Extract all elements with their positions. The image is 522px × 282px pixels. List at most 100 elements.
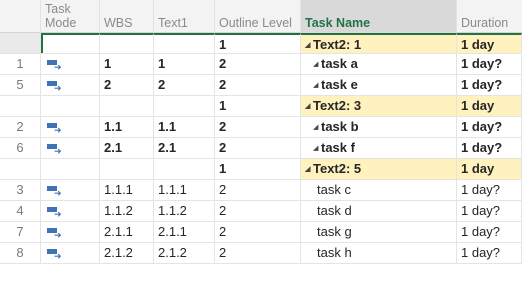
task-name-cell[interactable]: ◢ Text2: 1 [301, 33, 457, 53]
wbs-cell[interactable]: 1.1 [100, 117, 154, 137]
summary-row[interactable]: 1 ◢ Text2: 11 day [0, 33, 522, 54]
outline-level-cell[interactable]: 2 [215, 75, 301, 95]
outline-level-cell[interactable]: 2 [215, 117, 301, 137]
task-mode-cell[interactable] [41, 33, 100, 53]
duration-cell[interactable]: 1 day? [457, 222, 522, 242]
task-mode-cell[interactable]: ➜ [41, 201, 100, 221]
wbs-cell[interactable]: 2 [100, 75, 154, 95]
wbs-cell[interactable]: 1.1.1 [100, 180, 154, 200]
collapse-triangle-icon[interactable]: ◢ [313, 139, 321, 159]
task-mode-cell[interactable] [41, 96, 100, 116]
outline-level-cell[interactable]: 1 [215, 96, 301, 116]
collapse-triangle-icon[interactable]: ◢ [313, 55, 321, 75]
task-name-cell[interactable]: ◢ task a [301, 54, 457, 74]
task-name-cell[interactable]: ◢ Text2: 3 [301, 96, 457, 116]
task-name-text: Text2: 5 [313, 161, 362, 176]
task-name-cell[interactable]: task g [301, 222, 457, 242]
wbs-cell[interactable] [100, 96, 154, 116]
wbs-cell[interactable]: 1.1.2 [100, 201, 154, 221]
outline-level-cell[interactable]: 2 [215, 201, 301, 221]
wbs-cell[interactable]: 2.1.2 [100, 243, 154, 263]
duration-cell[interactable]: 1 day? [457, 138, 522, 158]
task-name-cell[interactable]: ◢ task b [301, 117, 457, 137]
text1-cell[interactable] [154, 96, 215, 116]
outline-level-cell[interactable]: 2 [215, 138, 301, 158]
row-id-cell: 6 [0, 138, 41, 158]
summary-row[interactable]: 1 ◢ Text2: 51 day [0, 159, 522, 180]
text1-cell[interactable] [154, 33, 215, 53]
outline-level-cell[interactable]: 2 [215, 243, 301, 263]
collapse-triangle-icon[interactable]: ◢ [313, 118, 321, 138]
task-name-text: task e [321, 77, 358, 92]
task-name-cell[interactable]: task d [301, 201, 457, 221]
wbs-cell[interactable]: 2.1.1 [100, 222, 154, 242]
task-row[interactable]: 6 ➜ 2.1 2.1 2 ◢ task f1 day? [0, 138, 522, 159]
text1-cell[interactable]: 2 [154, 75, 215, 95]
collapse-triangle-icon[interactable]: ◢ [305, 36, 313, 56]
duration-cell[interactable]: 1 day? [457, 243, 522, 263]
task-mode-cell[interactable]: ➜ [41, 243, 100, 263]
outline-level-cell[interactable]: 2 [215, 180, 301, 200]
outline-level-cell[interactable]: 2 [215, 54, 301, 74]
row-id-header[interactable] [0, 0, 41, 33]
outline-level-cell[interactable]: 2 [215, 222, 301, 242]
task-mode-cell[interactable] [41, 159, 100, 179]
outline-level-cell[interactable]: 1 [215, 33, 301, 53]
text1-cell[interactable] [154, 159, 215, 179]
text1-cell[interactable]: 1.1.1 [154, 180, 215, 200]
task-mode-cell[interactable]: ➜ [41, 75, 100, 95]
duration-header[interactable]: Duration [457, 0, 522, 33]
row-id-cell: 3 [0, 180, 41, 200]
text1-cell[interactable]: 2.1.2 [154, 243, 215, 263]
task-row[interactable]: 5 ➜ 2 2 2 ◢ task e1 day? [0, 75, 522, 96]
duration-cell[interactable]: 1 day? [457, 75, 522, 95]
text1-cell[interactable]: 1.1.2 [154, 201, 215, 221]
duration-cell[interactable]: 1 day? [457, 117, 522, 137]
outline-level-header[interactable]: Outline Level [215, 0, 301, 33]
wbs-header[interactable]: WBS [100, 0, 154, 33]
text1-cell[interactable]: 2.1 [154, 138, 215, 158]
task-mode-cell[interactable]: ➜ [41, 138, 100, 158]
row-id-cell [0, 33, 41, 53]
duration-cell[interactable]: 1 day? [457, 201, 522, 221]
duration-cell[interactable]: 1 day [457, 159, 522, 179]
task-mode-cell[interactable]: ➜ [41, 117, 100, 137]
outline-level-cell[interactable]: 1 [215, 159, 301, 179]
task-name-cell[interactable]: ◢ task f [301, 138, 457, 158]
task-row[interactable]: 3 ➜ 1.1.1 1.1.1 2 task c1 day? [0, 180, 522, 201]
task-row[interactable]: 1 ➜ 1 1 2 ◢ task a1 day? [0, 54, 522, 75]
task-row[interactable]: 4 ➜ 1.1.2 1.1.2 2 task d1 day? [0, 201, 522, 222]
task-row[interactable]: 7 ➜ 2.1.1 2.1.1 2 task g1 day? [0, 222, 522, 243]
duration-cell[interactable]: 1 day? [457, 54, 522, 74]
task-mode-cell[interactable]: ➜ [41, 54, 100, 74]
task-name-cell[interactable]: ◢ Text2: 5 [301, 159, 457, 179]
duration-cell[interactable]: 1 day [457, 96, 522, 116]
text1-cell[interactable]: 1.1 [154, 117, 215, 137]
collapse-triangle-icon[interactable]: ◢ [313, 76, 321, 96]
task-mode-cell[interactable]: ➜ [41, 180, 100, 200]
wbs-cell[interactable] [100, 33, 154, 53]
wbs-cell[interactable]: 1 [100, 54, 154, 74]
task-name-cell[interactable]: task c [301, 180, 457, 200]
task-name-cell[interactable]: ◢ task e [301, 75, 457, 95]
duration-cell[interactable]: 1 day? [457, 180, 522, 200]
task-name-text: Text2: 1 [313, 37, 362, 52]
task-row[interactable]: 2 ➜ 1.1 1.1 2 ◢ task b1 day? [0, 117, 522, 138]
task-name-header[interactable]: Task Name [301, 0, 457, 33]
wbs-cell[interactable] [100, 159, 154, 179]
task-name-text: task h [317, 245, 352, 260]
text1-header[interactable]: Text1 [154, 0, 215, 33]
row-id-cell: 2 [0, 117, 41, 137]
duration-cell[interactable]: 1 day [457, 33, 522, 53]
collapse-triangle-icon[interactable]: ◢ [305, 160, 313, 180]
task-row[interactable]: 8 ➜ 2.1.2 2.1.2 2 task h1 day? [0, 243, 522, 264]
task-mode-cell[interactable]: ➜ [41, 222, 100, 242]
text1-cell[interactable]: 2.1.1 [154, 222, 215, 242]
collapse-triangle-icon[interactable]: ◢ [305, 97, 313, 117]
task-name-cell[interactable]: task h [301, 243, 457, 263]
wbs-cell[interactable]: 2.1 [100, 138, 154, 158]
summary-row[interactable]: 1 ◢ Text2: 31 day [0, 96, 522, 117]
text1-cell[interactable]: 1 [154, 54, 215, 74]
task-mode-header[interactable]: Task Mode [41, 0, 100, 33]
auto-schedule-task-icon: ➜ [47, 227, 62, 240]
